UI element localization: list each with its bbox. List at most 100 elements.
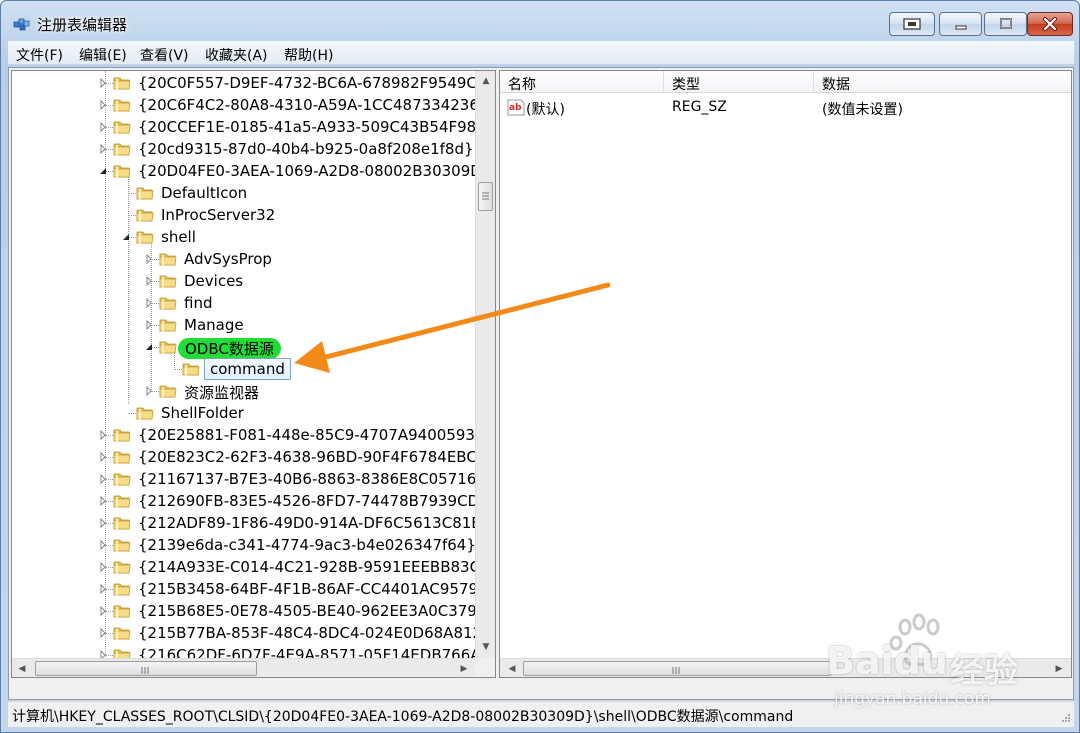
tree-node-label[interactable]: {20C6F4C2-80A8-4310-A59A-1CC487334236} (135, 96, 491, 114)
tree-node-label[interactable]: {20cd9315-87d0-40b4-b925-0a8f208e1f8d} (135, 140, 477, 158)
expand-arrow-icon[interactable] (98, 474, 108, 484)
tree-node-label[interactable]: ODBC数据源 (178, 338, 281, 359)
tree-node-label[interactable]: {20CCEF1E-0185-41a5-A933-509C43B54F98} (135, 118, 489, 136)
folder-icon (136, 209, 154, 222)
tree-node-label[interactable]: {20D04FE0-3AEA-1069-A2D8-08002B30309D} (135, 162, 494, 180)
tree-node-label[interactable]: AdvSysProp (181, 250, 275, 268)
tree-node-label[interactable]: {212ADF89-1F86-49D0-914A-DF6C5613C81E} (135, 514, 493, 532)
folder-icon (113, 605, 131, 618)
tree-node-label[interactable]: {215B3458-64BF-4F1B-86AF-CC4401AC9579} (135, 580, 491, 598)
expand-arrow-icon[interactable] (98, 496, 108, 506)
grip-icon (141, 667, 149, 674)
registry-editor-icon (13, 18, 30, 31)
scroll-left-icon[interactable]: ◀ (504, 661, 520, 677)
menu-favorites[interactable]: 收藏夹(A) (205, 45, 268, 65)
tree-connector-line (105, 677, 113, 678)
close-icon (1043, 17, 1057, 31)
expand-arrow-icon[interactable] (144, 298, 154, 308)
folder-icon (113, 165, 131, 178)
folder-icon (113, 561, 131, 574)
menu-help[interactable]: 帮助(H) (284, 45, 333, 65)
close-button[interactable] (1027, 12, 1073, 36)
scroll-right-icon[interactable]: ▶ (456, 661, 472, 677)
expand-arrow-icon[interactable] (98, 430, 108, 440)
tree-node-label[interactable]: find (181, 294, 215, 312)
values-list-pane[interactable]: 名称 类型 数据 ab (默认) REG_SZ (数值未设置) ◀ ▶ (499, 70, 1072, 678)
tree-node-label[interactable]: 资源监视器 (181, 382, 262, 403)
tree-node-label[interactable]: command (204, 358, 291, 380)
list-horizontal-scrollbar[interactable]: ◀ ▶ (500, 658, 1071, 677)
tree-node-label[interactable]: {21167137-B7E3-40B6-8863-8386E8C05716} (135, 470, 489, 488)
column-header-data[interactable]: 数据 (822, 74, 850, 94)
scroll-down-icon[interactable]: ▼ (478, 639, 494, 655)
tree-node-label[interactable]: {20E25881-F081-448e-85C9-4707A9400593} (135, 426, 487, 444)
maximize-button[interactable] (984, 12, 1027, 36)
tree-horizontal-scrollbar[interactable]: ◀ ▶ (12, 658, 475, 677)
menu-edit[interactable]: 编辑(E) (79, 45, 127, 65)
menu-file[interactable]: 文件(F) (16, 45, 63, 65)
expand-arrow-icon[interactable] (98, 606, 108, 616)
tree-node-label[interactable]: {212690FB-83E5-4526-8FD7-74478B7939CD} (135, 492, 492, 510)
column-divider[interactable] (813, 71, 814, 93)
scroll-right-icon[interactable]: ▶ (1051, 661, 1067, 677)
svg-text:ab: ab (509, 103, 522, 113)
expand-arrow-icon[interactable] (144, 254, 154, 264)
column-divider[interactable] (663, 71, 664, 93)
expand-arrow-icon[interactable] (98, 518, 108, 528)
expand-arrow-icon[interactable] (144, 320, 154, 330)
tree-node-label[interactable]: Devices (181, 272, 246, 290)
tree-connector-line (128, 215, 136, 216)
tree-node-label[interactable]: {215B68E5-0E78-4505-BE40-962EE3A0C379} (135, 602, 489, 620)
folder-icon (113, 429, 131, 442)
key-tree-pane[interactable]: {20C0F557-D9EF-4732-BC6A-678982F9549C} {2… (11, 70, 496, 678)
value-row[interactable]: ab (默认) REG_SZ (数值未设置) (500, 97, 1071, 119)
tree-vertical-thumb[interactable] (478, 182, 493, 211)
expand-arrow-icon[interactable] (98, 584, 108, 594)
tree-connector-line (128, 413, 136, 414)
expand-arrow-icon[interactable] (98, 78, 108, 88)
column-header-type[interactable]: 类型 (672, 74, 700, 94)
tree-node-label[interactable]: {20C0F557-D9EF-4732-BC6A-678982F9549C} (135, 74, 489, 92)
scroll-left-icon[interactable]: ◀ (14, 661, 30, 677)
tree-node-label[interactable]: {215B77BA-853F-48C4-8DC4-024E0D68A812} (135, 624, 495, 642)
expand-arrow-icon[interactable] (144, 386, 154, 396)
tree-node-label[interactable]: Manage (181, 316, 247, 334)
collapse-arrow-icon[interactable] (121, 232, 131, 242)
title-bar[interactable]: 注册表编辑器 (1, 1, 1079, 41)
value-type: REG_SZ (672, 99, 727, 115)
expand-arrow-icon[interactable] (144, 276, 154, 286)
tree-connector-line (128, 172, 129, 404)
folder-icon (159, 253, 177, 266)
expand-arrow-icon[interactable] (98, 540, 108, 550)
resize-grip-icon[interactable] (1059, 713, 1071, 725)
collapse-arrow-icon[interactable] (144, 342, 154, 352)
expand-arrow-icon[interactable] (98, 100, 108, 110)
expand-arrow-icon[interactable] (98, 144, 108, 154)
collapse-arrow-icon[interactable] (98, 166, 108, 176)
column-header-name[interactable]: 名称 (508, 74, 536, 94)
expand-arrow-icon[interactable] (98, 562, 108, 572)
tree-vertical-scrollbar[interactable]: ▲ ▼ (475, 71, 495, 658)
folder-icon (113, 77, 131, 90)
tree-node-label[interactable]: DefaultIcon (158, 184, 250, 202)
list-horizontal-thumb[interactable] (523, 661, 831, 676)
expand-arrow-icon[interactable] (98, 122, 108, 132)
folder-icon (159, 275, 177, 288)
expand-arrow-icon[interactable] (98, 628, 108, 638)
tree-node-label[interactable]: shell (158, 228, 199, 246)
aero-snap-button[interactable] (889, 12, 935, 36)
tree-node-label[interactable]: {214A933E-C014-4C21-928B-9591EEEBB83C} (135, 558, 493, 576)
tree-horizontal-thumb[interactable] (35, 661, 257, 676)
tree-node-label[interactable]: InProcServer32 (158, 206, 278, 224)
scroll-up-icon[interactable]: ▲ (478, 73, 494, 89)
expand-arrow-icon[interactable] (98, 452, 108, 462)
tree-node-label[interactable]: ShellFolder (158, 404, 247, 422)
minimize-button[interactable] (939, 12, 982, 36)
tree-node-label[interactable]: {2139e6da-c341-4774-9ac3-b4e026347f64} (135, 536, 479, 554)
folder-icon (113, 495, 131, 508)
menu-view[interactable]: 查看(V) (140, 45, 189, 65)
string-value-icon: ab (507, 99, 525, 116)
window-title: 注册表编辑器 (37, 16, 128, 34)
tree-node-label[interactable]: {20E823C2-62F3-4638-96BD-90F4F6784EBC} (135, 448, 489, 466)
tree-connector-line (128, 193, 136, 194)
